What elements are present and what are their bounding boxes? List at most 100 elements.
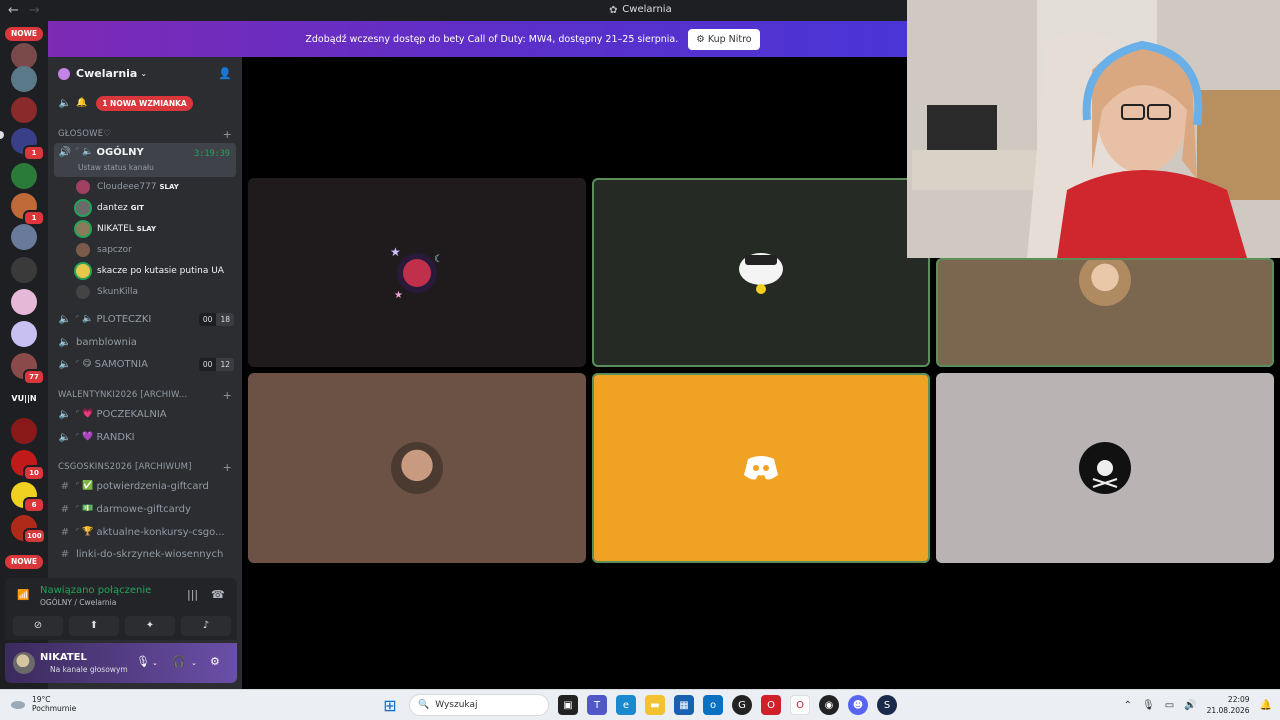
channel-bamblownia[interactable]: 🔈 bamblownia bbox=[48, 331, 242, 353]
outlook-icon[interactable]: o bbox=[703, 695, 723, 715]
video-tile-4[interactable] bbox=[248, 373, 586, 563]
svg-text:★: ★ bbox=[394, 290, 403, 301]
user-tag: GIT bbox=[130, 204, 144, 212]
video-tile-5[interactable] bbox=[592, 373, 930, 563]
microphone-icon[interactable]: 🎙 bbox=[136, 655, 150, 668]
file-explorer-icon[interactable]: ▬ bbox=[645, 695, 665, 715]
date: 21.08.2026 bbox=[1206, 706, 1250, 715]
server-text-icon[interactable]: VU||N bbox=[10, 394, 38, 403]
weather-widget[interactable]: 19°C Pochmurnie bbox=[10, 695, 76, 713]
cloud-icon bbox=[11, 701, 25, 709]
channel-samotnia[interactable]: 🔈 ⌜ 😋 SAMOTNIA 00 12 bbox=[48, 353, 242, 375]
invite-icon[interactable]: 👤 bbox=[218, 67, 232, 81]
speaker-emoji-icon: 🔈 bbox=[82, 314, 94, 324]
server-icon-7[interactable] bbox=[11, 224, 37, 250]
disconnect-icon[interactable]: ☎ bbox=[211, 588, 225, 601]
video-tile-6[interactable] bbox=[936, 373, 1274, 563]
channel-ploteczki[interactable]: 🔈 ⌜ 🔈 PLOTECZKI 00 18 bbox=[48, 308, 242, 330]
discord-icon[interactable]: ☻ bbox=[848, 695, 868, 715]
avatar bbox=[76, 285, 90, 299]
chevron-up-icon[interactable]: ⌃ bbox=[1124, 700, 1132, 711]
microphone-icon[interactable]: 🎙 bbox=[1142, 700, 1155, 711]
channel-text-2[interactable]: # ⌜ 💵 darmowe-giftcardy bbox=[48, 498, 242, 520]
signal-icon[interactable]: 📶 bbox=[17, 590, 29, 601]
buy-nitro-button[interactable]: ⚙ Kup Nitro bbox=[688, 28, 760, 50]
volume-icon[interactable]: 🔊 bbox=[1184, 700, 1196, 711]
server-icon: ✿ bbox=[609, 5, 618, 16]
badge: 6 bbox=[23, 497, 45, 513]
github-icon[interactable]: G bbox=[732, 695, 752, 715]
channel-randki[interactable]: 🔈 ⌜ 💜 RANDKI bbox=[48, 426, 242, 448]
taskbar-apps: ⊞ 🔍 Wyszukaj ▣ T e ▬ ▦ o G O O ◉ ☻ S bbox=[380, 694, 897, 716]
user-name: Cloudeee777 bbox=[97, 182, 157, 192]
speaker-icon: 🔈 bbox=[58, 358, 72, 370]
mention-pill[interactable]: 1 NOWA WZMIANKA bbox=[96, 95, 193, 111]
headphones-icon[interactable]: 🎧 bbox=[172, 655, 186, 668]
add-channel-icon[interactable]: + bbox=[223, 389, 232, 402]
new-pill-top[interactable]: NOWE bbox=[5, 27, 43, 41]
channel-text-1[interactable]: # ⌜ ✅ potwierdzenia-giftcard bbox=[48, 475, 242, 497]
chevron-down-icon[interactable]: ⌄ bbox=[152, 659, 158, 667]
server-icon-5[interactable] bbox=[11, 163, 37, 189]
chevron-down-icon[interactable]: ⌄ bbox=[191, 659, 197, 667]
voice-user[interactable]: SkunKilla bbox=[76, 282, 138, 302]
voice-user[interactable]: Cloudeee777 SLAY bbox=[76, 177, 179, 197]
store-icon[interactable]: ▦ bbox=[674, 695, 694, 715]
voice-user[interactable]: dantez GIT bbox=[76, 198, 144, 218]
activities-button[interactable]: ✦ bbox=[125, 616, 175, 636]
channel-ogolny[interactable]: 🔊 ⌜ 🔈 OGÓLNY 3:19:39 Ustaw status kanału bbox=[54, 143, 236, 177]
channel-text-3[interactable]: # ⌜ 🏆 aktualne-konkursy-csgo... bbox=[48, 521, 242, 543]
avatar bbox=[76, 222, 90, 236]
opera-icon[interactable]: O bbox=[761, 695, 781, 715]
taskbar-search[interactable]: 🔍 Wyszukaj bbox=[409, 694, 549, 716]
obs-icon[interactable]: ◉ bbox=[819, 695, 839, 715]
server-icon-2[interactable] bbox=[11, 66, 37, 92]
server-icon-9[interactable] bbox=[11, 289, 37, 315]
noise-suppression-icon[interactable]: ||| bbox=[187, 588, 198, 601]
camera-off-button[interactable]: ⊘ bbox=[13, 616, 63, 636]
connection-status[interactable]: Nawiązano połączenie bbox=[40, 585, 151, 596]
video-tile-2[interactable] bbox=[592, 178, 930, 367]
add-channel-icon[interactable]: + bbox=[223, 128, 232, 141]
channel-status[interactable]: Ustaw status kanału bbox=[78, 163, 154, 172]
windows-start-icon[interactable]: ⊞ bbox=[380, 695, 400, 715]
channel-name: SAMOTNIA bbox=[94, 358, 148, 370]
trophy-icon: 🏆 bbox=[82, 527, 94, 537]
soundboard-button[interactable]: ♪ bbox=[181, 616, 231, 636]
opera-gx-icon[interactable]: O bbox=[790, 695, 810, 715]
settings-gear-icon[interactable]: ⚙ bbox=[210, 655, 220, 668]
video-tile-1[interactable]: ★ ☾ ★ bbox=[248, 178, 586, 367]
screen-share-button[interactable]: ⬆ bbox=[69, 616, 119, 636]
server-icon-8[interactable] bbox=[11, 257, 37, 283]
add-channel-icon[interactable]: + bbox=[223, 461, 232, 474]
server-icon-12[interactable] bbox=[11, 418, 37, 444]
new-pill-bottom[interactable]: NOWE bbox=[5, 555, 43, 569]
channel-text-4[interactable]: # linki-do-skrzynek-wiosennych bbox=[48, 543, 242, 565]
voice-user[interactable]: NIKATEL SLAY bbox=[76, 219, 156, 239]
server-icon-3[interactable] bbox=[11, 97, 37, 123]
category-voice[interactable]: GŁOSOWE♡ + bbox=[48, 123, 242, 145]
voice-user[interactable]: sapczor bbox=[76, 240, 132, 260]
video-tile-3[interactable] bbox=[936, 258, 1274, 367]
clock[interactable]: 22:09 21.08.2026 bbox=[1207, 694, 1250, 716]
mention-row[interactable]: 🔈 🔔 1 NOWA WZMIANKA bbox=[48, 92, 242, 114]
teams-icon[interactable]: T bbox=[587, 695, 607, 715]
server-icon-10[interactable] bbox=[11, 321, 37, 347]
steam-icon[interactable]: S bbox=[877, 695, 897, 715]
unread-indicator bbox=[0, 131, 4, 139]
voice-connection-panel: 📶 Nawiązano połączenie OGÓLNY / Cwelarni… bbox=[5, 578, 237, 640]
edge-icon[interactable]: e bbox=[616, 695, 636, 715]
notifications-icon[interactable]: 🔔 bbox=[1260, 700, 1272, 711]
channel-poczekalnia[interactable]: 🔈 ⌜ 💗 POCZEKALNIA bbox=[48, 403, 242, 425]
avatar[interactable] bbox=[13, 652, 35, 674]
face-emoji-icon: 😋 bbox=[82, 359, 92, 369]
network-icon[interactable]: ▭ bbox=[1165, 700, 1174, 711]
server-header[interactable]: Cwelarnia ⌄ 👤 bbox=[48, 57, 242, 90]
category-voice-label: GŁOSOWE♡ bbox=[58, 129, 112, 139]
task-view-icon[interactable]: ▣ bbox=[558, 695, 578, 715]
channel-name: PLOTECZKI bbox=[96, 313, 152, 325]
speaker-icon: 🔈 bbox=[58, 431, 72, 443]
heart-icon: 💜 bbox=[82, 432, 94, 442]
svg-text:☾: ☾ bbox=[434, 254, 443, 265]
voice-user[interactable]: skacze po kutasie putina UA bbox=[76, 261, 224, 281]
